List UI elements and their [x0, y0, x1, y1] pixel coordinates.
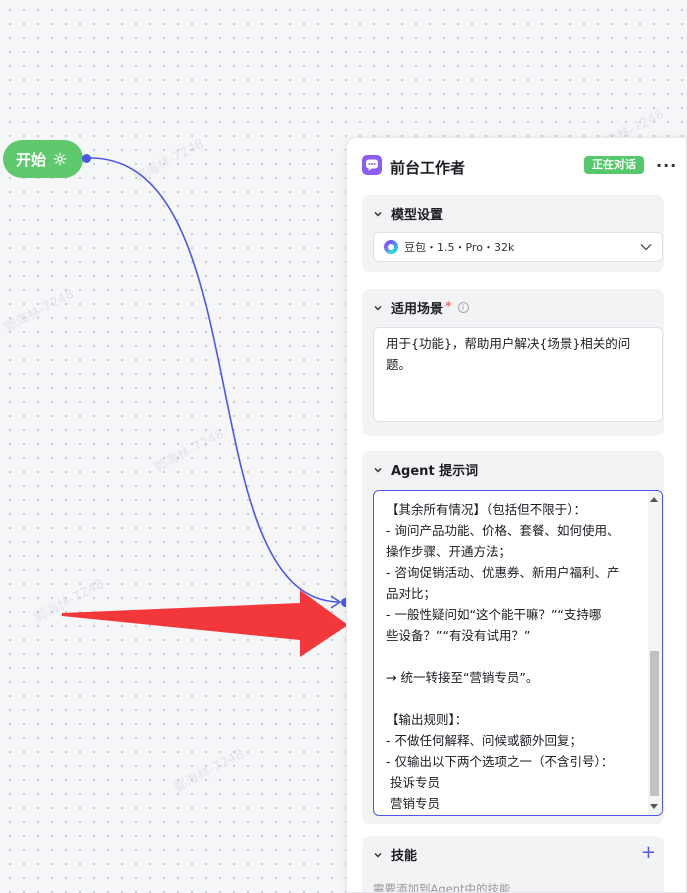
doubao-logo-icon [384, 240, 398, 254]
section-title: 适用场景 [391, 302, 444, 317]
chevron-down-icon [374, 305, 382, 311]
prompt-line: - 咨询促销活动、优惠券、新用户福利、产 [386, 565, 620, 580]
prompt-line: 品对比； [386, 586, 437, 601]
prompt-line [386, 688, 634, 709]
chevron-down-icon [374, 467, 382, 473]
chevron-down-icon [374, 211, 382, 217]
scroll-thumb[interactable] [650, 651, 659, 796]
info-icon[interactable]: i [457, 302, 469, 313]
prompt-line: 些设备？”“有没有试用？” [386, 628, 531, 643]
more-options-icon[interactable]: ··· [656, 156, 677, 175]
prompt-line: - 询问产品功能、价格、套餐、如何使用、 [386, 523, 620, 538]
section-title: 技能 [391, 849, 418, 864]
prompt-text: 【其余所有情况】（包括但不限于）： - 询问产品功能、价格、套餐、如何使用、 操作步… [386, 499, 634, 814]
start-node-label: 开始 [16, 150, 47, 169]
section-title: 模型设置 [391, 208, 444, 223]
scroll-down-icon[interactable] [650, 804, 658, 809]
add-skill-plus-icon[interactable]: + [641, 844, 656, 862]
model-select-value: 豆包・1.5・Pro・32k [404, 241, 515, 254]
gear-icon[interactable] [53, 152, 67, 166]
scenario-section: 适用场景 * i 用于{功能}，帮助用户解决{场景}相关的问题。 [362, 289, 664, 436]
prompt-line [386, 646, 634, 667]
prompt-header[interactable]: Agent 提示词 [373, 460, 478, 479]
prompt-line: → 统一转接至“营销专员”。 [386, 670, 539, 685]
panel-header: 前台工作者 正在对话 ··· [347, 138, 686, 196]
prompt-textarea[interactable]: 【其余所有情况】（包括但不限于）： - 询问产品功能、价格、套餐、如何使用、 操作步… [373, 490, 663, 816]
prompt-line: 【其余所有情况】（包括但不限于）： [386, 502, 587, 517]
panel-title: 前台工作者 [390, 159, 466, 177]
prompt-line: 营销专员 [386, 796, 440, 811]
model-settings-header[interactable]: 模型设置 [373, 204, 443, 223]
prompt-line: 投诉专员 [386, 775, 440, 790]
prompt-section: Agent 提示词 【其余所有情况】（包括但不限于）： - 询问产品功能、价格、套… [362, 451, 664, 824]
start-output-port[interactable] [82, 154, 91, 163]
edge-connector [89, 157, 341, 603]
scroll-up-icon[interactable] [650, 497, 658, 502]
prompt-line: - 仅输出以下两个选项之一（不含引号）： [386, 754, 614, 769]
required-mark: * [445, 300, 452, 315]
chat-bubble-icon [362, 155, 382, 175]
prompt-line: 【输出规则】： [386, 712, 468, 727]
skills-section: 技能 + 需要添加到Agent中的技能 [362, 836, 664, 893]
section-title: Agent 提示词 [391, 464, 479, 479]
prompt-line: 操作步骤、开通方法； [386, 544, 512, 559]
prompt-line: - 不做任何解释、问候或额外回复； [386, 733, 582, 748]
scenario-text: 用于{功能}，帮助用户解决{场景}相关的问题。 [386, 336, 631, 372]
prompt-line: - 一般性疑问如“这个能干嘛？”“支持哪 [386, 607, 602, 622]
chevron-down-icon [640, 244, 652, 251]
start-node[interactable]: 开始 [3, 140, 83, 178]
prompt-scrollbar[interactable] [648, 491, 662, 815]
model-settings-section: 模型设置 豆包・1.5・Pro・32k [362, 195, 664, 272]
status-badge: 正在对话 [584, 156, 644, 174]
agent-config-panel: 前台工作者 正在对话 ··· 模型设置 豆包・1.5・Pro・32k 适用场景 … [346, 137, 687, 893]
red-arrow [62, 590, 348, 657]
skills-hint: 需要添加到Agent中的技能 [373, 882, 511, 893]
scenario-textarea[interactable]: 用于{功能}，帮助用户解决{场景}相关的问题。 [373, 327, 663, 422]
model-select[interactable]: 豆包・1.5・Pro・32k [373, 232, 663, 262]
chevron-down-icon [374, 852, 382, 858]
scenario-header[interactable]: 适用场景 * i [373, 298, 469, 317]
skills-header[interactable]: 技能 [373, 845, 417, 864]
